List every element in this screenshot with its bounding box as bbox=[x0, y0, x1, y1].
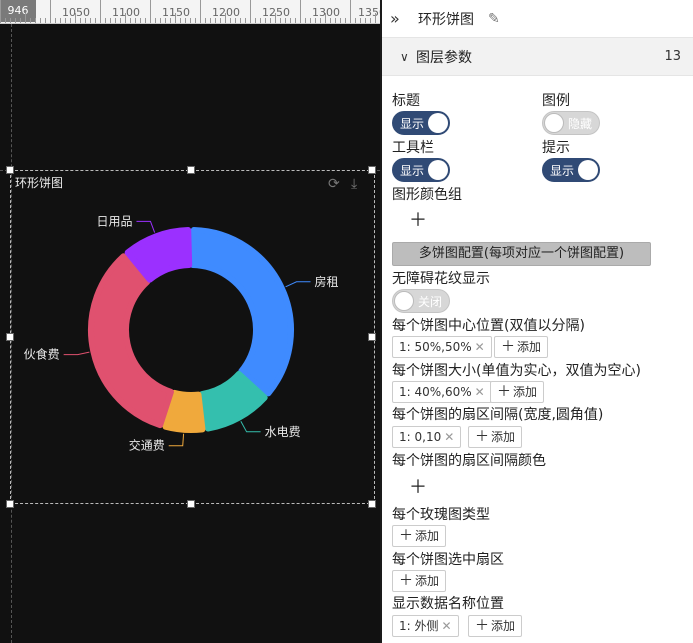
close-icon[interactable]: ✕ bbox=[442, 619, 452, 633]
add-label: 添加 bbox=[491, 619, 516, 633]
center-position-label: 每个饼图中心位置(双值以分隔) bbox=[392, 318, 585, 334]
plus-icon: ＋ bbox=[501, 339, 515, 355]
slice-label: 水电费 bbox=[265, 425, 301, 439]
label-position-tag[interactable]: 1: 外侧 ✕ bbox=[392, 615, 459, 637]
switch-knob bbox=[428, 160, 448, 180]
donut-slice[interactable] bbox=[189, 227, 294, 397]
label-leader-line bbox=[136, 220, 156, 233]
close-icon[interactable]: ✕ bbox=[475, 340, 485, 354]
add-gap-color-plus-icon[interactable]: ＋ bbox=[409, 473, 427, 499]
slice-label: 房租 bbox=[315, 274, 339, 289]
pie-size-label: 每个饼图大小(单值为实心，双值为空心) bbox=[392, 363, 641, 379]
selected-sector-label: 每个饼图选中扇区 bbox=[392, 552, 504, 568]
section-count: 13 bbox=[664, 49, 681, 64]
switch-knob bbox=[578, 160, 598, 180]
center-position-tag[interactable]: 1: 50%,50% ✕ bbox=[392, 336, 492, 358]
add-rose-type-button[interactable]: ＋添加 bbox=[392, 525, 447, 547]
plus-icon: ＋ bbox=[475, 618, 489, 634]
slice-label: 日用品 bbox=[96, 214, 132, 228]
switch-text: 隐藏 bbox=[568, 117, 593, 131]
sector-gap-label: 每个饼图的扇区间隔(宽度,圆角值) bbox=[392, 407, 604, 423]
close-icon[interactable]: ✕ bbox=[444, 430, 454, 444]
switch-knob bbox=[428, 113, 448, 133]
plus-icon: ＋ bbox=[475, 429, 489, 445]
plus-icon: ＋ bbox=[399, 573, 413, 589]
section-header-layer-params[interactable]: ∨ 图层参数 13 bbox=[382, 38, 693, 76]
switch-knob bbox=[394, 291, 414, 311]
add-gap-button[interactable]: ＋添加 bbox=[468, 426, 523, 448]
toolbar-switch[interactable]: 显示 bbox=[392, 158, 450, 182]
rose-type-label: 每个玫瑰图类型 bbox=[392, 507, 490, 523]
add-selected-sector-button[interactable]: ＋添加 bbox=[392, 570, 447, 592]
tag-text: 1: 0,10 bbox=[399, 430, 442, 444]
tag-text: 1: 40%,60% bbox=[399, 385, 472, 399]
double-chevron-right-icon[interactable]: » bbox=[390, 9, 410, 28]
toolbar-label: 工具栏 bbox=[392, 140, 434, 156]
multi-pie-config-button[interactable]: 多饼图配置(每项对应一个饼图配置) bbox=[392, 242, 651, 266]
color-group-label: 图形颜色组 bbox=[392, 187, 462, 203]
label-position-label: 显示数据名称位置 bbox=[392, 596, 504, 612]
pattern-label: 无障碍花纹显示 bbox=[392, 271, 490, 287]
tooltip-label: 提示 bbox=[542, 140, 570, 156]
label-leader-line bbox=[285, 281, 311, 288]
donut-chart: 房租水电费交通费 伙食费 日用品 bbox=[24, 214, 339, 453]
title-label: 标题 bbox=[392, 93, 420, 109]
slice-label: 交通费 bbox=[129, 438, 165, 453]
add-center-button[interactable]: ＋添加 bbox=[494, 336, 549, 358]
add-label: 添加 bbox=[415, 574, 440, 588]
panel-header: » 环形饼图 ✎ bbox=[382, 0, 693, 38]
add-label-position-button[interactable]: ＋添加 bbox=[468, 615, 523, 637]
label-leader-line bbox=[240, 421, 261, 433]
switch-text: 显示 bbox=[400, 164, 425, 178]
donut-slice[interactable] bbox=[88, 253, 174, 429]
label-leader-line bbox=[63, 351, 90, 356]
legend-switch[interactable]: 隐藏 bbox=[542, 111, 600, 135]
plus-icon: ＋ bbox=[497, 384, 511, 400]
chevron-down-icon[interactable]: ∨ bbox=[400, 50, 416, 64]
tag-text: 1: 外侧 bbox=[399, 619, 439, 633]
panel-title: 环形饼图 bbox=[418, 11, 474, 28]
switch-text: 显示 bbox=[550, 164, 575, 178]
switch-knob bbox=[544, 113, 564, 133]
add-label: 添加 bbox=[415, 529, 440, 543]
close-icon[interactable]: ✕ bbox=[475, 385, 485, 399]
add-color-plus-icon[interactable]: ＋ bbox=[409, 206, 427, 232]
add-label: 添加 bbox=[517, 340, 542, 354]
plus-icon: ＋ bbox=[399, 528, 413, 544]
switch-text: 关闭 bbox=[418, 295, 443, 309]
label-leader-line bbox=[168, 433, 185, 447]
slice-label: 伙食费 bbox=[24, 347, 60, 362]
add-label: 添加 bbox=[513, 385, 538, 399]
tag-text: 1: 50%,50% bbox=[399, 340, 472, 354]
sector-gap-tag[interactable]: 1: 0,10 ✕ bbox=[392, 426, 462, 448]
switch-text: 显示 bbox=[400, 117, 425, 131]
property-panel: » 环形饼图 ✎ ∨ 图层参数 13 标题 图例 显示 隐藏 工具栏 提示 显示… bbox=[382, 0, 693, 643]
add-label: 添加 bbox=[491, 430, 516, 444]
title-switch[interactable]: 显示 bbox=[392, 111, 450, 135]
edit-icon[interactable]: ✎ bbox=[488, 11, 500, 27]
pattern-switch[interactable]: 关闭 bbox=[392, 289, 450, 313]
tooltip-switch[interactable]: 显示 bbox=[542, 158, 600, 182]
sector-gap-color-label: 每个饼图的扇区间隔颜色 bbox=[392, 453, 546, 469]
legend-label: 图例 bbox=[542, 93, 570, 109]
add-size-button[interactable]: ＋添加 bbox=[490, 381, 545, 403]
pie-size-tag[interactable]: 1: 40%,60% ✕ bbox=[392, 381, 492, 403]
section-title: 图层参数 bbox=[416, 49, 472, 66]
